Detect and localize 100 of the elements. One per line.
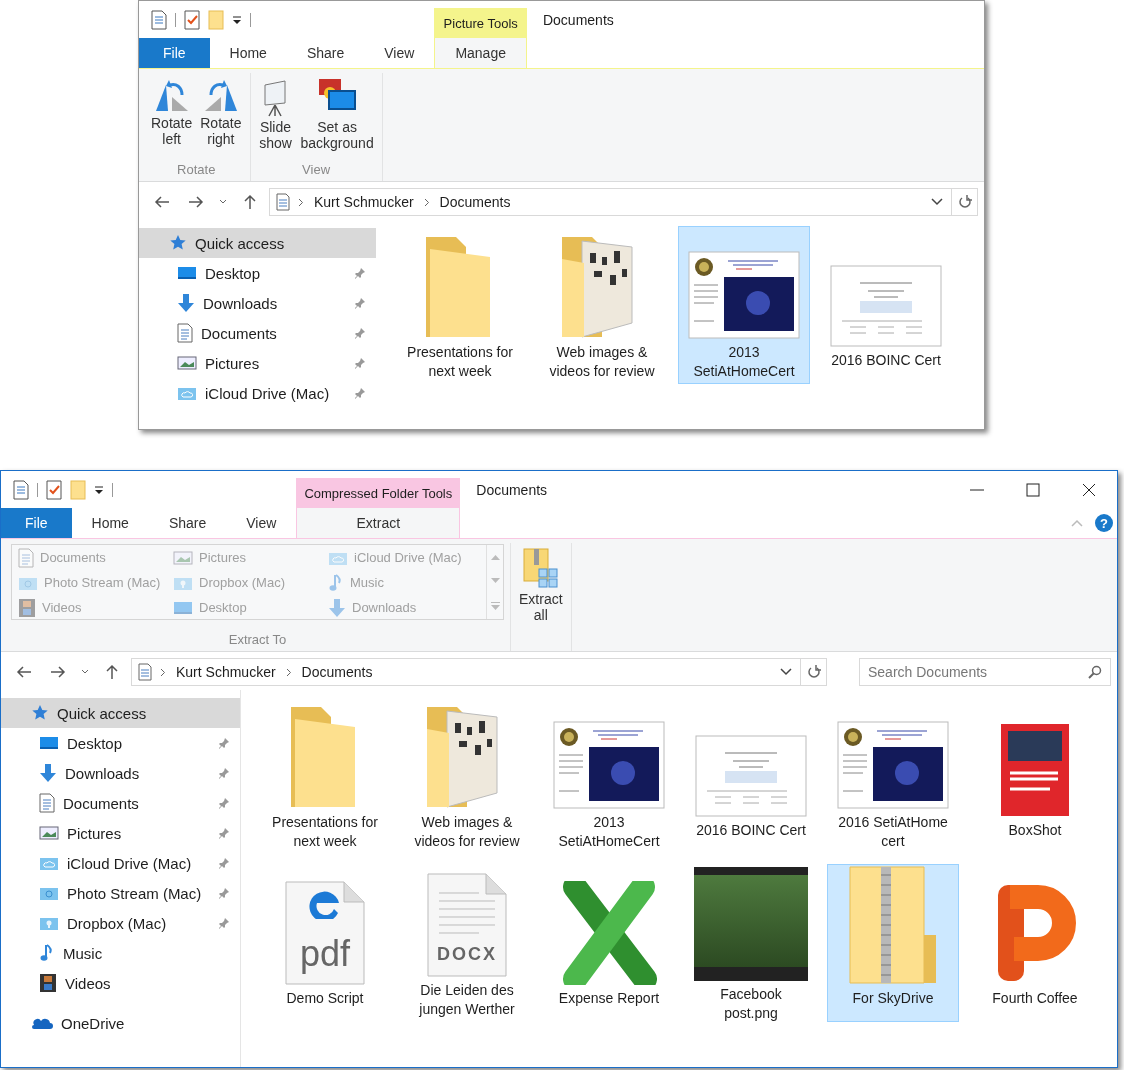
right-arrow-icon (50, 665, 66, 679)
music-note-icon (39, 943, 55, 963)
pin-icon (354, 267, 366, 279)
pin-icon (218, 857, 230, 869)
left-arrow-icon (154, 195, 170, 209)
dropdown-caret-icon[interactable] (780, 668, 792, 676)
path-segment[interactable]: Kurt Schmucker (174, 664, 278, 680)
file-item[interactable]: pdf Demo Script (259, 864, 391, 1022)
window-title: Documents (476, 481, 549, 498)
checklist-icon[interactable] (184, 9, 200, 30)
pin-icon (218, 767, 230, 779)
nav-item[interactable]: Desktop (1, 728, 240, 758)
ribbon-button[interactable]: Rotate left (149, 73, 195, 160)
file-type-label: pdf (298, 933, 351, 975)
picture-icon (173, 549, 193, 566)
photo-folder-icon (39, 885, 59, 901)
ribbon-tab[interactable]: View (226, 508, 297, 538)
address-field[interactable]: Kurt Schmucker Documents (131, 658, 827, 686)
path-segment[interactable]: Documents (437, 194, 513, 210)
ribbon-tab[interactable]: Manage (434, 38, 527, 68)
ribbon-button[interactable]: Set as background (298, 73, 376, 160)
nav-item[interactable]: OneDrive (1, 1008, 240, 1038)
close-icon (1082, 482, 1096, 497)
star-icon (169, 234, 187, 252)
nav-item[interactable]: Music (1, 938, 240, 968)
nav-item[interactable]: Pictures (139, 348, 376, 378)
ribbon-tab[interactable]: Home (71, 508, 149, 538)
search-field[interactable]: Search Documents (859, 658, 1111, 686)
ribbon-tab[interactable]: Extract (296, 508, 461, 538)
ribbon-tab[interactable]: Share (286, 38, 365, 68)
help-button[interactable]: ? (1095, 514, 1113, 532)
window-title: Documents (542, 11, 615, 28)
dropdown-caret-icon[interactable] (931, 198, 943, 206)
file-item[interactable]: 2016 BOINC Cert (685, 696, 817, 854)
nav-item[interactable]: Desktop (139, 258, 376, 288)
file-type-label: DOCX (436, 944, 498, 965)
chevron-icon[interactable] (160, 667, 166, 677)
file-item[interactable]: 2016 SetiAtHome cert (827, 696, 959, 854)
star-icon (31, 704, 49, 722)
nav-item[interactable]: Quick access (1, 698, 240, 728)
zip-folder-icon (521, 547, 560, 589)
document-icon (138, 663, 152, 681)
ribbon-tab[interactable]: Home (209, 38, 287, 68)
checklist-icon[interactable] (46, 479, 62, 500)
chevron-icon[interactable] (423, 197, 430, 207)
path-segment[interactable]: Kurt Schmucker (312, 194, 416, 210)
group-label: View (301, 161, 332, 179)
nav-item[interactable]: Downloads (1, 758, 240, 788)
nav-item[interactable]: iCloud Drive (Mac) (139, 378, 376, 408)
chevron-icon[interactable] (298, 197, 304, 207)
ribbon-tab[interactable]: File (139, 38, 210, 68)
file-item[interactable]: Expense Report (543, 864, 675, 1022)
dropdown-icon[interactable] (232, 14, 242, 25)
minimize-icon (970, 488, 984, 491)
document-page-icon (427, 873, 507, 977)
search-input[interactable]: Search Documents (868, 659, 1088, 685)
nav-item[interactable]: Photo Stream (Mac) (1, 878, 240, 908)
file-item[interactable]: Presentations for next week (394, 226, 526, 384)
chevron-down-icon (81, 669, 89, 675)
down-arrow-icon (328, 597, 346, 618)
document-icon (177, 323, 193, 343)
file-item[interactable]: Web images & videos for review (536, 226, 668, 384)
file-item[interactable]: 2013 SetiAtHomeCert (678, 226, 810, 384)
refresh-icon (957, 195, 972, 209)
picture-icon (177, 355, 197, 371)
ribbon-tab[interactable]: Share (148, 508, 227, 538)
nav-item[interactable]: Pictures (1, 818, 240, 848)
pin-icon (354, 357, 366, 369)
file-item[interactable]: Web images & videos for review (401, 696, 533, 854)
nav-item[interactable]: Videos (1, 968, 240, 998)
file-item[interactable]: For SkyDrive (827, 864, 959, 1022)
file-item[interactable]: Presentations for next week (259, 696, 391, 854)
nav-item[interactable]: Dropbox (Mac) (1, 908, 240, 938)
picture-icon (39, 825, 59, 841)
path-segment[interactable]: Documents (299, 664, 375, 680)
nav-item[interactable]: iCloud Drive (Mac) (1, 848, 240, 878)
file-item[interactable]: DOCX Die Leiden des jungen Werther (401, 864, 533, 1022)
pin-icon (354, 327, 366, 339)
ribbon-button[interactable]: Rotate right (198, 73, 244, 160)
cloud-icon (31, 1016, 53, 1030)
file-item[interactable]: 2013 SetiAtHomeCert (543, 696, 675, 854)
ribbon-tab[interactable]: File (1, 508, 72, 538)
ribbon-button[interactable]: Slide show (256, 73, 295, 160)
nav-item[interactable]: Documents (1, 788, 240, 818)
nav-item[interactable]: Quick access (139, 228, 376, 258)
film-strip-icon (18, 597, 36, 618)
ribbon-tab[interactable]: View (364, 38, 435, 68)
file-item[interactable]: Facebook post.png (685, 864, 817, 1022)
ribbon-button[interactable]: Extract all (517, 543, 565, 630)
file-item[interactable]: 2016 BOINC Cert (820, 226, 952, 384)
nav-item[interactable]: Downloads (139, 288, 376, 318)
dropdown-icon[interactable] (94, 484, 104, 495)
address-field[interactable]: Kurt Schmucker Documents (269, 188, 978, 216)
zip-folder-icon (848, 865, 938, 985)
file-item[interactable]: Fourth Coffee (969, 864, 1101, 1022)
chevron-icon[interactable] (285, 667, 292, 677)
nav-item[interactable]: Documents (139, 318, 376, 348)
pin-icon (354, 297, 366, 309)
cross-shape-icon (561, 881, 657, 985)
file-item[interactable]: BoxShot (969, 696, 1101, 854)
